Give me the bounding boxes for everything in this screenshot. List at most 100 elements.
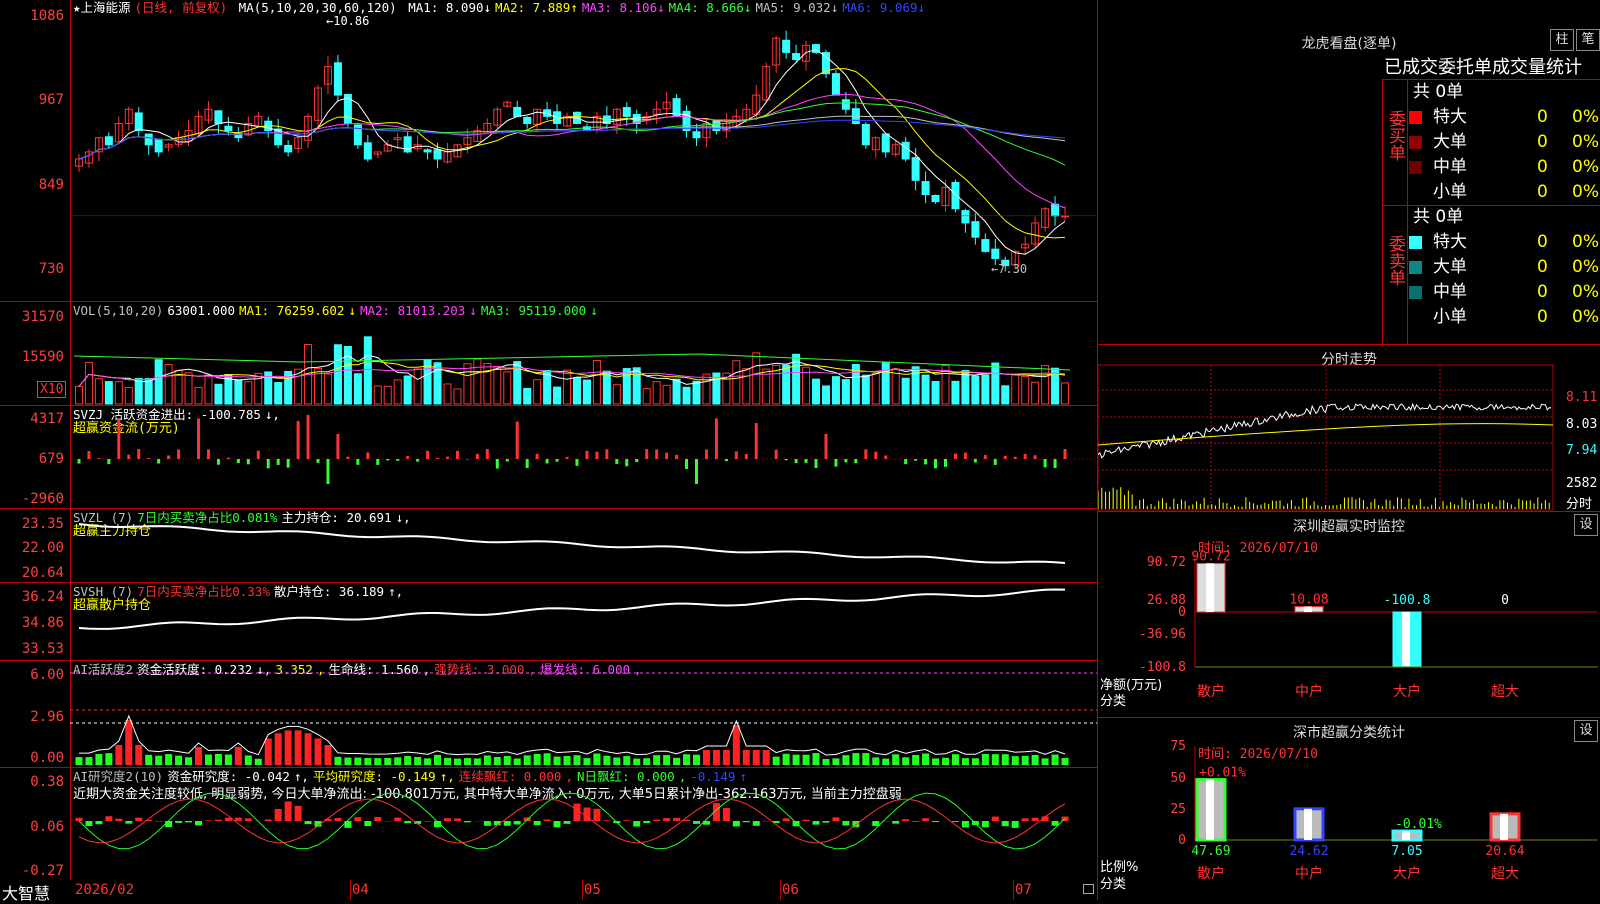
activity-bar	[384, 758, 391, 765]
candle	[424, 150, 431, 152]
volume-bar	[464, 364, 471, 404]
research-bar	[454, 818, 461, 821]
price-line	[1098, 404, 1551, 458]
flow-bar	[615, 459, 618, 464]
svzj-panel[interactable]: 4317 679 -2960 SVZJ 活跃资金进出: -100.785↓, 超…	[0, 406, 1097, 509]
research-bar	[554, 821, 561, 827]
research-bar	[813, 821, 820, 825]
research-bar	[872, 821, 879, 826]
intraday-panel[interactable]: 分时走势 8.11 8.03 7.94 2582 分时	[1098, 345, 1600, 512]
research-bar	[514, 821, 521, 825]
activity-bar	[643, 758, 650, 765]
research-bar	[364, 821, 371, 826]
volume-bar	[902, 378, 909, 404]
research-bar	[195, 821, 202, 825]
activity-bar	[822, 759, 829, 765]
monitor-panel[interactable]: 深圳超赢实时监控 设 时间: 2026/07/10 90.7226.880-36…	[1098, 512, 1600, 718]
activity-bar	[902, 757, 909, 765]
kline-panel[interactable]: 1086 967 849 730 ★上海能源(日线, 前复权) MA(5,10,…	[0, 0, 1097, 302]
volume-bar	[185, 373, 192, 404]
flow-bar	[356, 459, 359, 465]
intra-vol-tick: 2582	[1566, 476, 1597, 491]
activity-bar	[583, 758, 590, 765]
volume-bar	[783, 365, 790, 404]
timeline-bar: 大智慧 2026/02 04 05 06 07	[0, 880, 1097, 900]
flow-bar	[1024, 454, 1027, 459]
ai-research-panel[interactable]: 0.38 0.06 -0.27 AI研究度2(10)资金研究度: -0.042↑…	[0, 768, 1097, 880]
activity-bar	[613, 758, 620, 765]
flow-bar	[317, 459, 320, 463]
monitor-ytick: -36.96	[1139, 627, 1186, 642]
candle	[514, 107, 521, 116]
tick-view-button[interactable]: 笔	[1576, 29, 1600, 51]
activity-bar	[653, 755, 660, 765]
activity-chart	[0, 661, 1097, 768]
row-pct: 0%	[1572, 280, 1599, 305]
intra-vol-label: 分时	[1566, 493, 1592, 512]
buy-row: 特大00%	[1407, 105, 1600, 130]
activity-bar	[484, 755, 491, 765]
volume-panel[interactable]: 31570 15590 X10 VOL(5,10,20)63001.000MA1…	[0, 302, 1097, 406]
ratio-bar-shine	[1304, 809, 1312, 840]
flow-bar	[197, 419, 200, 459]
flow-bar	[815, 459, 818, 468]
color-swatch	[1409, 111, 1422, 124]
row-pct: 0%	[1572, 255, 1599, 280]
flow-bar	[575, 459, 578, 466]
lock-icon[interactable]	[1083, 884, 1094, 894]
flow-bar	[1044, 459, 1047, 467]
activity-bar	[564, 756, 571, 765]
date-tick	[350, 880, 351, 900]
research-bar	[275, 809, 282, 821]
research-bar	[743, 821, 750, 822]
row-label: 中单	[1433, 280, 1467, 305]
research-bar	[922, 818, 929, 821]
svsh-panel[interactable]: 36.24 34.86 33.53 SVSH (7)7日内买卖净占比0.33%散…	[0, 583, 1097, 661]
volume-bar	[703, 374, 710, 404]
activity-bar	[305, 733, 312, 765]
classify-panel[interactable]: 深市超赢分类统计 设 时间: 2026/07/10 7550250+0.01%4…	[1098, 718, 1600, 900]
ai-activity-panel[interactable]: 6.00 2.96 0.00 AI活跃度2资金活跃度: 0.232↓,3.352…	[0, 661, 1097, 768]
research-bar	[444, 818, 451, 821]
activity-bar	[862, 753, 869, 765]
flow-bar	[137, 449, 140, 459]
svzl-panel[interactable]: 23.35 22.00 20.64 SVZL (7)7日内买卖净占比0.081%…	[0, 509, 1097, 583]
flow-bar	[127, 455, 130, 459]
volume-bar	[384, 386, 391, 404]
flow-bar	[735, 451, 738, 459]
candle	[912, 158, 919, 181]
activity-bar	[474, 758, 481, 765]
research-bar	[85, 821, 92, 826]
research-bar	[623, 820, 630, 821]
flow-bar	[605, 449, 608, 459]
research-bar	[215, 820, 222, 821]
volume-bar	[454, 389, 461, 404]
activity-bar	[85, 757, 92, 765]
flow-bar	[267, 459, 270, 468]
holding-line	[79, 524, 1065, 563]
activity-bar	[155, 756, 162, 765]
activity-bar	[1002, 754, 1009, 765]
candlestick-chart[interactable]	[0, 0, 1097, 302]
classify-ytick: 0	[1178, 833, 1186, 848]
activity-bar	[982, 754, 989, 765]
activity-bar	[265, 738, 272, 765]
research-bar	[952, 821, 959, 822]
candle	[932, 195, 939, 201]
activity-bar	[693, 755, 700, 765]
flow-bar	[476, 454, 479, 459]
ma-line-5	[79, 50, 1065, 255]
activity-bar	[374, 758, 381, 765]
volume-bar	[733, 361, 740, 404]
activity-bar	[175, 756, 182, 765]
volume-bar	[673, 379, 680, 404]
bar-view-button[interactable]: 柱	[1550, 29, 1574, 51]
high-annotation: ←10.86	[326, 14, 369, 28]
longhu-panel[interactable]: 龙虎看盘(逐单) 柱 笔 已成交委托单成交量统计 委买单 委卖单 共 0单 特大…	[1098, 0, 1600, 345]
row-pct: 0%	[1572, 105, 1599, 130]
holding-line	[79, 590, 1065, 629]
flow-bar	[625, 459, 628, 466]
sell-row: 中单00%	[1407, 280, 1600, 305]
classify-ytick: 75	[1170, 739, 1186, 754]
volume-bar	[1022, 376, 1029, 404]
